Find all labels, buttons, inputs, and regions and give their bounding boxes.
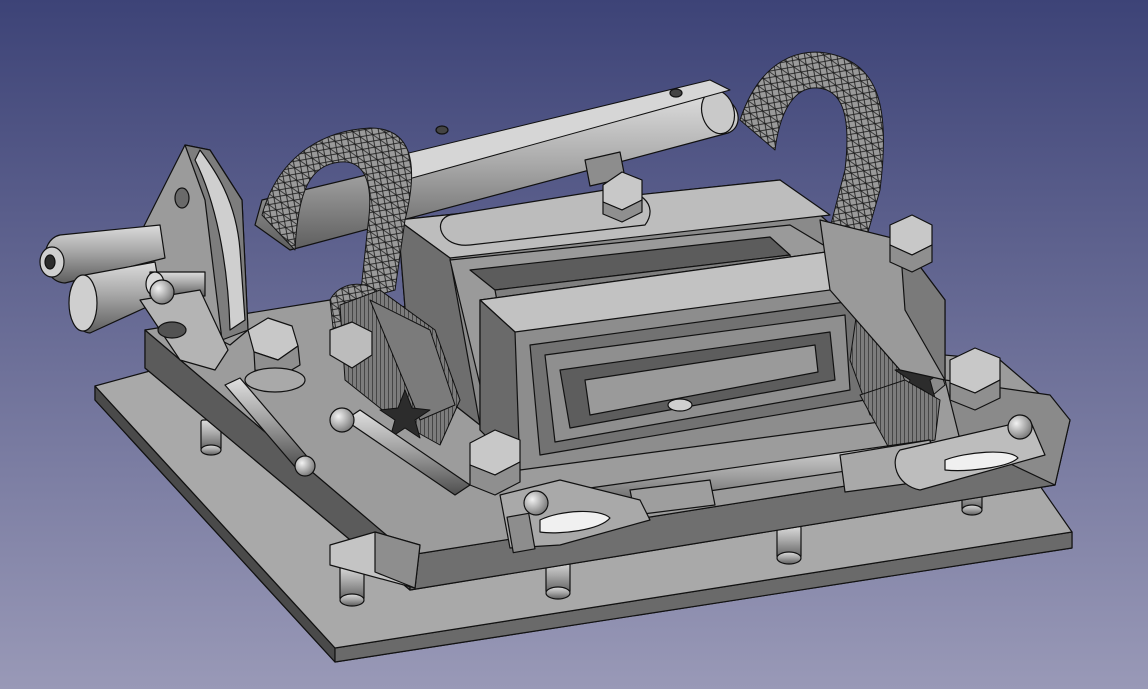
- hex-bolt[interactable]: [949, 347, 1001, 411]
- hex-bolt[interactable]: [469, 429, 521, 496]
- hex-bolt[interactable]: [889, 214, 933, 273]
- 3d-viewport[interactable]: [0, 0, 1148, 689]
- model-canvas[interactable]: [0, 0, 1148, 689]
